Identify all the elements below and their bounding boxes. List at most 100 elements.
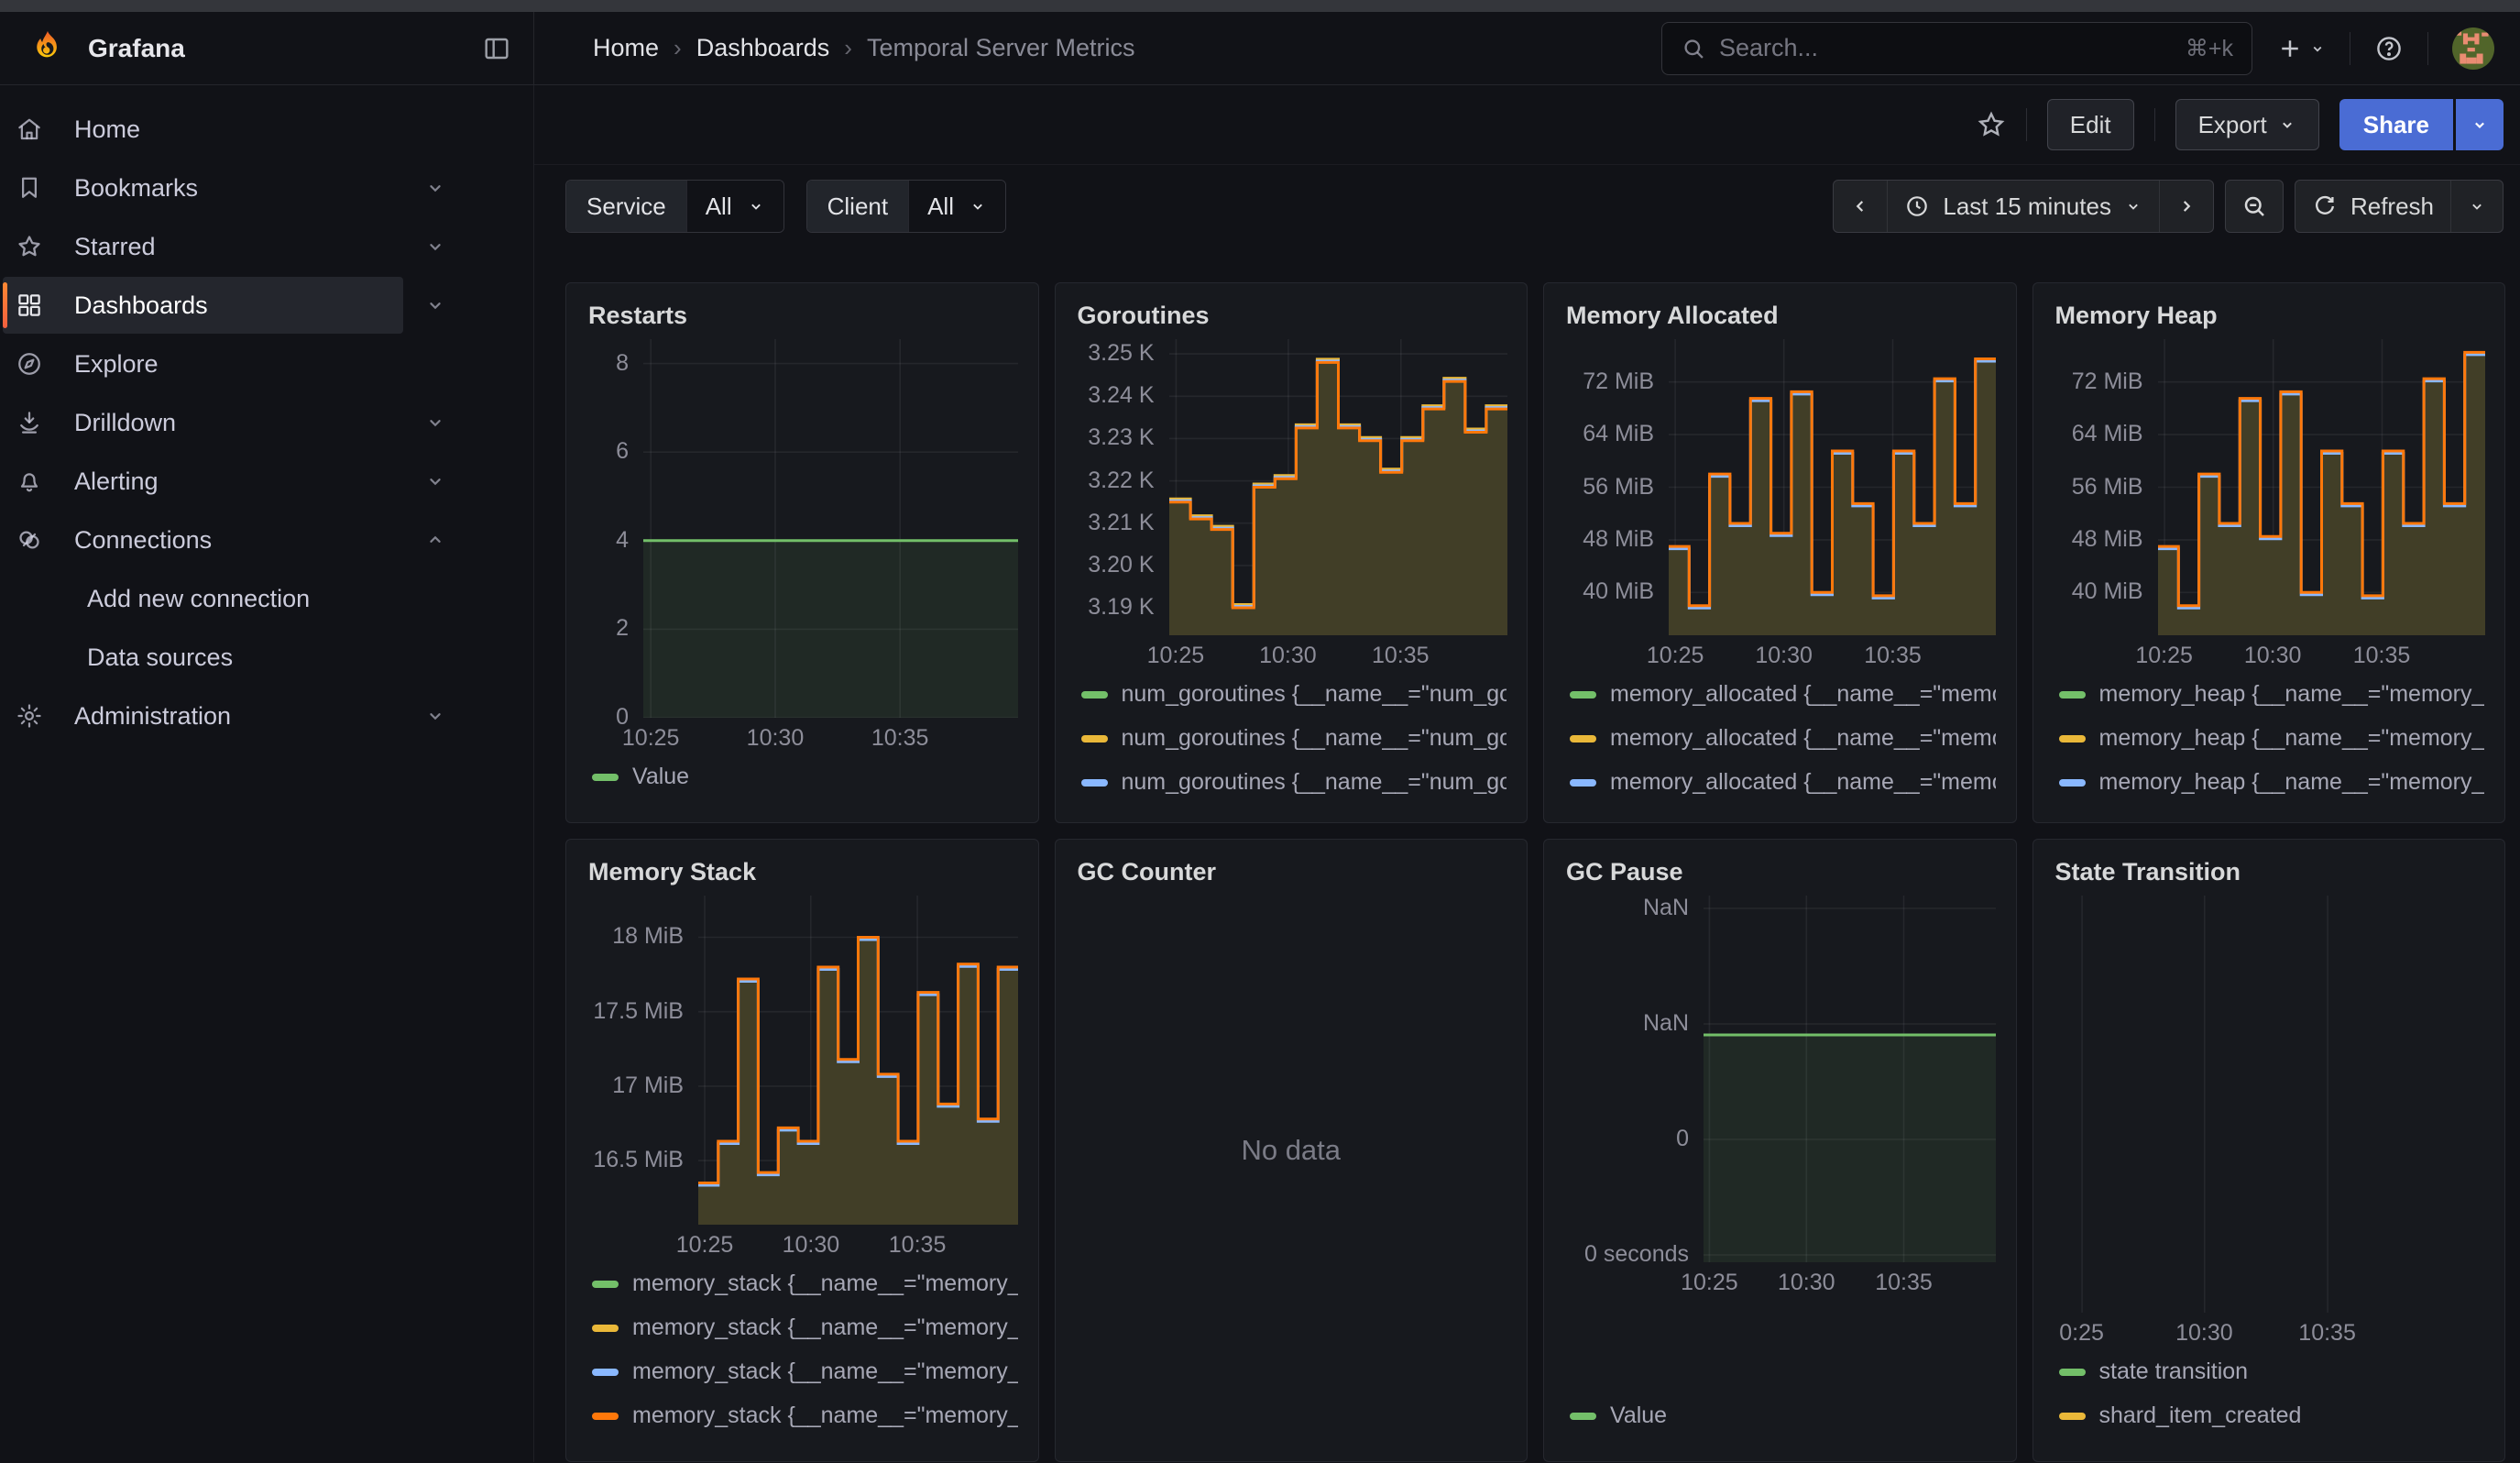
sidebar-item-add-new-connection[interactable]: Add new connection [0,569,533,628]
share-button[interactable]: Share [2339,99,2453,150]
legend-item[interactable]: num_goroutines {__name__="num_go [1081,725,1507,752]
y-axis-tick: 40 MiB [2072,578,2143,605]
sidebar-item-bookmarks[interactable]: Bookmarks [0,159,533,217]
sidebar-item-label: Connections [74,526,212,555]
panel-title[interactable]: Memory Stack [588,858,1018,886]
legend-item[interactable]: memory_allocated {__name__="memo [1570,681,1996,708]
time-range-picker[interactable]: Last 15 minutes [1887,181,2159,232]
edit-button[interactable]: Edit [2047,99,2134,150]
chevron-down-icon[interactable] [425,412,445,433]
x-axis-tick: 0:25 [2059,1320,2104,1347]
x-axis-tick: 10:25 [1681,1270,1738,1296]
share-menu-caret[interactable] [2456,99,2504,150]
legend-item[interactable]: state transition [2059,1358,2485,1385]
sidebar-item-button[interactable]: Bookmarks [3,160,403,216]
legend-item[interactable]: num_goroutines {__name__="num_go [1081,681,1507,708]
legend-item[interactable]: memory_stack {__name__="memory_s [592,1270,1018,1297]
legend-item[interactable]: num_goroutines {__name__="num_go [1081,769,1507,796]
time-shift-forward-button[interactable] [2159,181,2213,232]
legend-item[interactable]: memory_stack {__name__="memory_s [592,1314,1018,1341]
help-button[interactable] [2374,34,2404,63]
x-axis-tick: 10:35 [871,725,929,752]
time-shift-back-button[interactable] [1834,181,1887,232]
sidebar-item-button[interactable]: Starred [3,218,403,275]
sidebar-item-button[interactable]: Home [3,101,403,158]
chart-row: 72 MiB64 MiB56 MiB48 MiB40 MiB [1564,339,1996,635]
search-input[interactable] [1719,34,2173,62]
panel-title[interactable]: Goroutines [1078,302,1507,330]
refresh-interval-caret[interactable] [2450,181,2503,232]
sidebar-item-dashboards[interactable]: Dashboards [0,276,533,335]
sidebar-item-explore[interactable]: Explore [0,335,533,393]
legend-item[interactable]: memory_heap {__name__="memory_h [2059,681,2485,708]
legend-item[interactable]: memory_stack {__name__="memory_s [592,1402,1018,1429]
legend-item[interactable]: Value [1570,1402,1996,1429]
sidebar-item-button[interactable]: Dashboards [3,277,403,334]
sidebar-item-administration[interactable]: Administration [0,687,533,745]
panel-title[interactable]: Memory Heap [2055,302,2485,330]
panel-title[interactable]: Restarts [588,302,1018,330]
legend-item[interactable]: memory_allocated {__name__="memo [1570,725,1996,752]
export-button[interactable]: Export [2175,99,2319,150]
sidebar-item-connections[interactable]: Connections [0,511,533,569]
legend-item[interactable]: memory_heap {__name__="memory_h [2059,725,2485,752]
sidebar-item-button[interactable]: Alerting [3,453,403,510]
sidebar-item-starred[interactable]: Starred [0,217,533,276]
client-filter-value[interactable]: All [908,181,1005,232]
sidebar-item-button[interactable]: Data sources [3,629,403,686]
chart-row: 18 MiB17.5 MiB17 MiB16.5 MiB [586,896,1018,1225]
legend-item[interactable]: Value [592,764,1018,790]
legend-item[interactable]: memory_heap {__name__="memory_h [2059,769,2485,796]
chart-wrap: NaNNaN00 seconds10:2510:3010:35 [1564,896,1996,1299]
zoom-out-button[interactable] [2225,180,2284,233]
y-axis-tick: 17 MiB [612,1072,684,1099]
add-new-button[interactable] [2276,35,2326,62]
drilldown-icon [16,409,43,436]
legend-swatch [592,1413,619,1420]
sidebar-item-drilldown[interactable]: Drilldown [0,393,533,452]
legend-item[interactable]: shard_item_created [2059,1402,2485,1429]
panel-title[interactable]: Memory Allocated [1566,302,1996,330]
search-box[interactable]: ⌘+k [1661,22,2252,75]
panel-title[interactable]: GC Pause [1566,858,1996,886]
dock-sidebar-icon[interactable] [482,34,511,63]
x-axis-tick: 10:35 [2298,1320,2356,1347]
chevron-down-icon[interactable] [425,706,445,726]
chart-area[interactable] [643,339,1018,718]
sidebar-item-button[interactable]: Explore [3,336,403,392]
chart-wrap: 72 MiB64 MiB56 MiB48 MiB40 MiB10:2510:30… [1564,339,1996,672]
chart-area[interactable] [1669,339,1996,635]
x-axis-tick: 10:25 [1647,643,1704,669]
sidebar-item-button[interactable]: Administration [3,688,403,744]
service-filter-value[interactable]: All [686,181,783,232]
chart-area[interactable] [1704,896,1996,1262]
chart-area[interactable] [698,896,1018,1225]
chevron-down-icon[interactable] [425,295,445,315]
legend: Value [586,754,1018,809]
sidebar-item-button[interactable]: Drilldown [3,394,403,451]
panel-title[interactable]: State Transition [2055,858,2485,886]
sidebar-item-button[interactable]: Add new connection [3,570,403,627]
chart-area[interactable] [2054,896,2485,1313]
chevron-down-icon[interactable] [425,178,445,198]
chart-area[interactable] [1169,339,1507,635]
chart-area[interactable] [2158,339,2485,635]
chevron-down-icon[interactable] [425,471,445,491]
sidebar-item-home[interactable]: Home [0,100,533,159]
chevron-down-icon[interactable] [425,236,445,257]
favorite-star-icon[interactable] [1977,110,2006,139]
breadcrumb-current-page: Temporal Server Metrics [867,34,1135,62]
legend-swatch [1570,1413,1596,1420]
legend-label: memory_stack {__name__="memory_s [632,1358,1018,1385]
sidebar-item-button[interactable]: Connections [3,512,403,568]
breadcrumb-home[interactable]: Home [593,34,659,62]
chevron-up-icon[interactable] [425,530,445,550]
sidebar-item-alerting[interactable]: Alerting [0,452,533,511]
sidebar-item-data-sources[interactable]: Data sources [0,628,533,687]
breadcrumb-dashboards[interactable]: Dashboards [696,34,830,62]
refresh-button[interactable]: Refresh [2295,181,2450,232]
legend-item[interactable]: memory_stack {__name__="memory_s [592,1358,1018,1385]
grafana-logo-icon [27,28,68,69]
legend-item[interactable]: memory_allocated {__name__="memo [1570,769,1996,796]
user-avatar[interactable] [2452,28,2494,70]
